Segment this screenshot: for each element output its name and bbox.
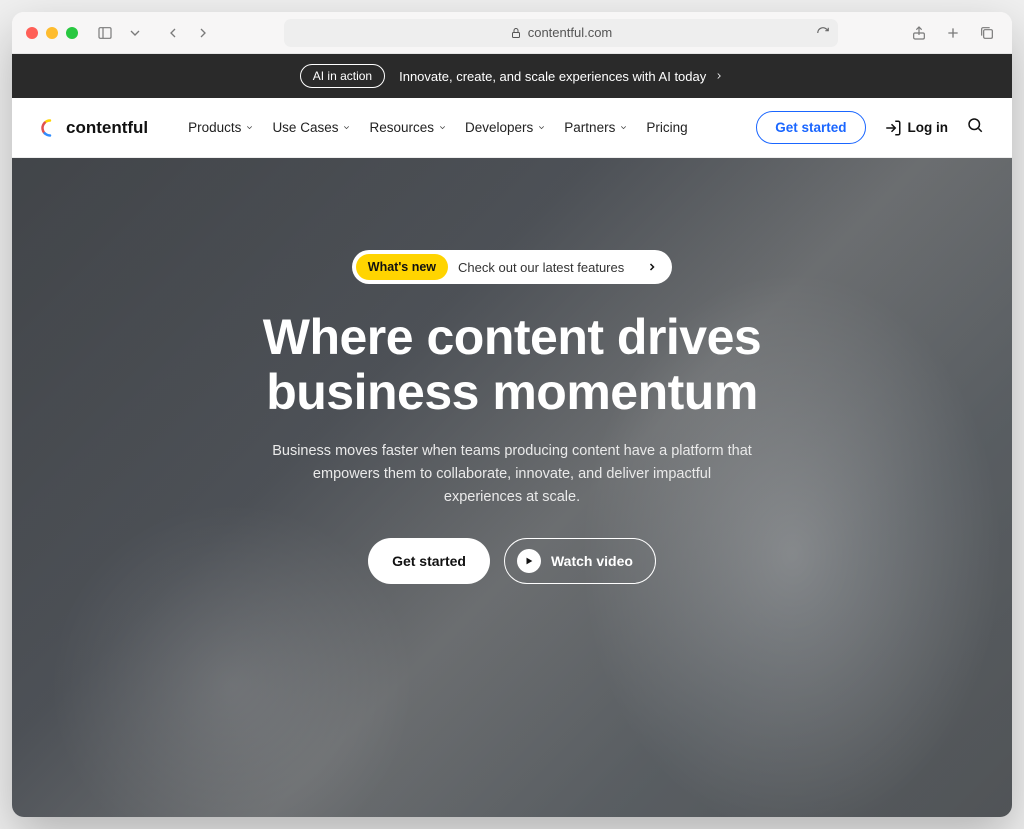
nav-item-label: Partners	[564, 120, 615, 135]
hero-watch-video-label: Watch video	[551, 553, 633, 569]
chevron-down-icon	[537, 123, 546, 132]
hero-subhead: Business moves faster when teams produci…	[272, 440, 752, 510]
close-window-icon[interactable]	[26, 27, 38, 39]
brand-logo-icon	[40, 118, 60, 138]
sidebar-toggle-group	[94, 22, 146, 44]
login-link[interactable]: Log in	[884, 119, 949, 137]
chevron-right-icon	[646, 261, 658, 273]
tabs-overview-icon[interactable]	[976, 22, 998, 44]
whats-new-text: Check out our latest features	[458, 260, 624, 275]
brand-name: contentful	[66, 118, 148, 138]
get-started-button[interactable]: Get started	[756, 111, 865, 144]
nav-item-resources[interactable]: Resources	[369, 120, 447, 135]
nav-arrows	[162, 22, 214, 44]
announcement-message: Innovate, create, and scale experiences …	[399, 69, 724, 84]
chrome-right-controls	[908, 22, 998, 44]
main-nav: contentful Products Use Cases Resources …	[12, 98, 1012, 158]
browser-chrome: contentful.com	[12, 12, 1012, 54]
chevron-down-icon	[619, 123, 628, 132]
hero-headline: Where content drives business momentum	[212, 310, 812, 420]
browser-window: contentful.com AI in action Innovate, cr…	[12, 12, 1012, 817]
lock-icon	[510, 27, 522, 39]
url-host: contentful.com	[528, 25, 613, 40]
hero-cta-row: Get started Watch video	[212, 538, 812, 584]
chevron-down-icon	[245, 123, 254, 132]
hero-section: What's new Check out our latest features…	[12, 158, 1012, 817]
nav-item-label: Pricing	[646, 120, 687, 135]
refresh-icon[interactable]	[816, 26, 830, 40]
whats-new-badge: What's new	[356, 254, 448, 280]
chevron-down-icon[interactable]	[124, 22, 146, 44]
nav-item-label: Resources	[369, 120, 434, 135]
url-bar[interactable]: contentful.com	[284, 19, 838, 47]
whats-new-arrow	[640, 255, 664, 279]
nav-item-use-cases[interactable]: Use Cases	[272, 120, 351, 135]
search-icon	[966, 116, 984, 134]
announcement-bar[interactable]: AI in action Innovate, create, and scale…	[12, 54, 1012, 98]
hero-content: What's new Check out our latest features…	[192, 250, 832, 584]
brand-logo[interactable]: contentful	[40, 118, 148, 138]
nav-item-products[interactable]: Products	[188, 120, 254, 135]
whats-new-pill[interactable]: What's new Check out our latest features	[352, 250, 672, 284]
chevron-right-icon	[714, 71, 724, 81]
nav-item-label: Use Cases	[272, 120, 338, 135]
minimize-window-icon[interactable]	[46, 27, 58, 39]
announcement-text: Innovate, create, and scale experiences …	[399, 69, 706, 84]
play-icon	[517, 549, 541, 573]
chevron-down-icon	[342, 123, 351, 132]
nav-right: Get started Log in	[756, 111, 984, 144]
fullscreen-window-icon[interactable]	[66, 27, 78, 39]
traffic-lights	[26, 27, 78, 39]
forward-icon[interactable]	[192, 22, 214, 44]
back-icon[interactable]	[162, 22, 184, 44]
login-label: Log in	[908, 120, 949, 135]
new-tab-icon[interactable]	[942, 22, 964, 44]
sidebar-toggle-icon[interactable]	[94, 22, 116, 44]
nav-items: Products Use Cases Resources Developers …	[188, 120, 687, 135]
login-icon	[884, 119, 902, 137]
chevron-down-icon	[438, 123, 447, 132]
nav-item-label: Products	[188, 120, 241, 135]
nav-item-developers[interactable]: Developers	[465, 120, 546, 135]
nav-item-partners[interactable]: Partners	[564, 120, 628, 135]
share-icon[interactable]	[908, 22, 930, 44]
search-button[interactable]	[966, 116, 984, 139]
hero-get-started-button[interactable]: Get started	[368, 538, 490, 584]
announcement-pill: AI in action	[300, 64, 385, 88]
nav-item-pricing[interactable]: Pricing	[646, 120, 687, 135]
hero-watch-video-button[interactable]: Watch video	[504, 538, 656, 584]
nav-item-label: Developers	[465, 120, 533, 135]
